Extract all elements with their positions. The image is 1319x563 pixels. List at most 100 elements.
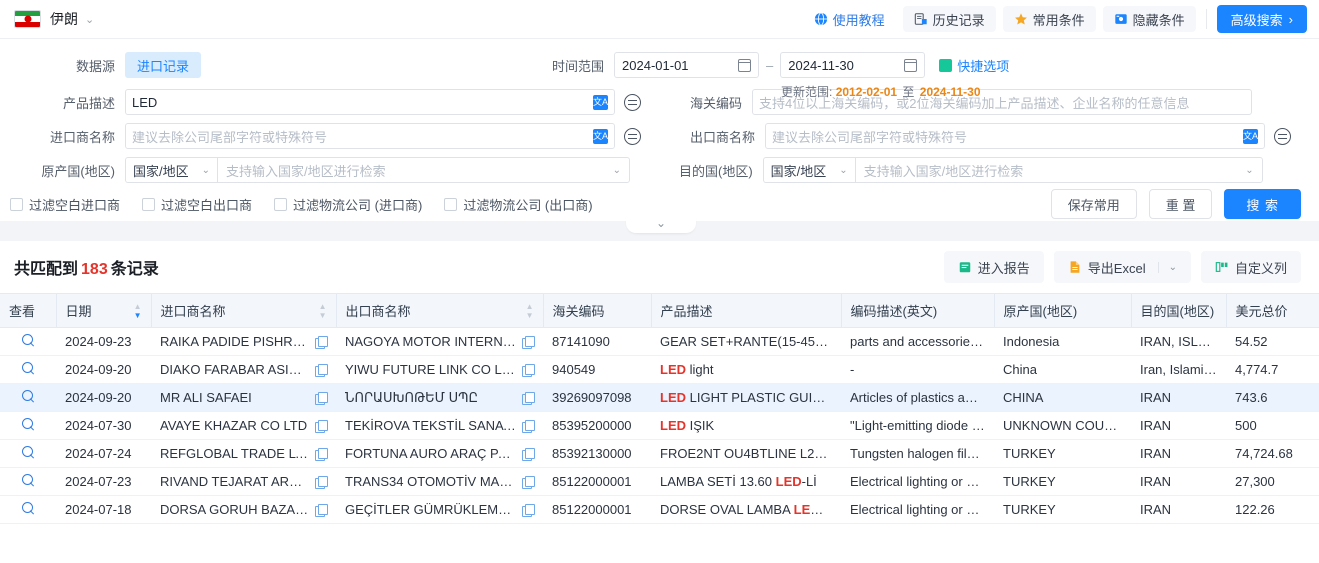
quick-option-button[interactable]: 快捷选项 [939, 56, 1009, 75]
exporter-name[interactable]: GEÇİTLER GÜMRÜKLEME PET... [345, 502, 516, 517]
importer-name[interactable]: REFGLOBAL TRADE LTD [160, 446, 309, 461]
importer-name[interactable]: MR ALI SAFAEI [160, 390, 309, 405]
cell-exporter[interactable]: ՆՈՐԱՍԽՈԹԵՄ ՍՊԸ [336, 383, 543, 412]
cell-view[interactable] [0, 495, 56, 524]
copy-icon[interactable] [315, 391, 328, 405]
view-detail-search-icon[interactable] [21, 417, 35, 431]
date-from-input[interactable]: 2024-01-01 [614, 52, 760, 78]
column-header-dest[interactable]: 目的国(地区) [1131, 293, 1227, 328]
origin-country-select[interactable]: 国家/地区 ⌄ [125, 157, 217, 183]
column-header-product[interactable]: 产品描述 [651, 293, 842, 328]
copy-icon[interactable] [315, 503, 328, 517]
exporter-name[interactable]: ՆՈՐԱՍԽՈԹԵՄ ՍՊԸ [345, 390, 516, 406]
importer-name[interactable]: AVAYE KHAZAR CO LTD [160, 418, 309, 433]
filter-logistics-exporter-checkbox[interactable]: 过滤物流公司 (出口商) [444, 195, 593, 214]
sort-toggle-date[interactable]: ▲ ▼ [134, 302, 142, 319]
view-detail-search-icon[interactable] [21, 501, 35, 515]
view-detail-search-icon[interactable] [21, 445, 35, 459]
reset-button[interactable]: 重 置 [1148, 189, 1213, 219]
importer-name[interactable]: RAIKA PADIDE PISHRO ... [160, 334, 309, 349]
column-header-exporter[interactable]: 出口商名称 ▲ ▼ [336, 293, 544, 328]
copy-icon[interactable] [522, 391, 535, 405]
export-excel-dropdown-icon[interactable]: ⌄ [1157, 261, 1177, 273]
origin-country-input[interactable]: 支持输入国家/地区进行检索 ⌄ [217, 157, 630, 183]
copy-icon[interactable] [522, 447, 535, 461]
datasource-tab-import[interactable]: 进口记录 [125, 52, 202, 78]
export-excel-button[interactable]: 导出Excel ⌄ [1053, 251, 1191, 283]
view-detail-search-icon[interactable] [21, 361, 35, 375]
cell-exporter[interactable]: FORTUNA AURO ARAÇ PARÇ... [336, 439, 543, 468]
advanced-search-button[interactable]: 高级搜索 › [1216, 5, 1307, 33]
filter-blank-importer-checkbox[interactable]: 过滤空白进口商 [10, 195, 120, 214]
importer-name[interactable]: RIVAND TEJARAT ARAS ... [160, 474, 309, 489]
cell-exporter[interactable]: NAGOYA MOTOR INTERNASI... [336, 327, 543, 356]
tutorial-button[interactable]: 使用教程 [803, 6, 896, 32]
cell-exporter[interactable]: YIWU FUTURE LINK CO LIMITED [336, 355, 543, 384]
copy-icon[interactable] [315, 363, 328, 377]
cell-importer[interactable]: REFGLOBAL TRADE LTD [151, 439, 336, 468]
history-button[interactable]: 历史记录 [902, 6, 996, 32]
view-detail-search-icon[interactable] [21, 333, 35, 347]
column-header-hscode[interactable]: 海关编码 [543, 293, 652, 328]
sort-toggle-exporter[interactable]: ▲ ▼ [526, 302, 534, 319]
column-header-importer[interactable]: 进口商名称 ▲ ▼ [151, 293, 337, 328]
cell-view[interactable] [0, 355, 56, 384]
cell-view[interactable] [0, 383, 56, 412]
cell-view[interactable] [0, 411, 56, 440]
cell-importer[interactable]: RAIKA PADIDE PISHRO ... [151, 327, 336, 356]
copy-icon[interactable] [315, 447, 328, 461]
translate-icon[interactable]: 文A [593, 128, 608, 144]
enter-report-button[interactable]: 进入报告 [943, 251, 1044, 283]
column-header-date[interactable]: 日期 ▲ ▼ [56, 293, 152, 328]
exporter-name[interactable]: TRANS34 OTOMOTİV MAKİN... [345, 474, 516, 489]
copy-icon[interactable] [315, 335, 328, 349]
copy-icon[interactable] [315, 419, 328, 433]
importer-name[interactable]: DORSA GORUH BAZAR... [160, 502, 309, 517]
copy-icon[interactable] [522, 419, 535, 433]
cell-view[interactable] [0, 439, 56, 468]
table-row[interactable]: 2024-07-24 REFGLOBAL TRADE LTD FORTUNA AUR… [0, 439, 1319, 468]
copy-icon[interactable] [522, 475, 535, 489]
exporter-options-icon[interactable] [1274, 127, 1292, 145]
cell-view[interactable] [0, 327, 56, 356]
table-row[interactable]: 2024-09-20 MR ALI SAFAEI ՆՈՐԱՍԽՈԹԵՄ ՍՊԸ 392… [0, 383, 1319, 412]
importer-input[interactable]: 建议去除公司尾部字符或特殊符号 文A [125, 123, 615, 149]
cell-exporter[interactable]: TEKİROVA TEKSTİL SANAYİ VE... [336, 411, 543, 440]
cell-view[interactable] [0, 467, 56, 496]
cell-importer[interactable]: MR ALI SAFAEI [151, 383, 336, 412]
exporter-input[interactable]: 建议去除公司尾部字符或特殊符号 文A [765, 123, 1266, 149]
dest-country-input[interactable]: 支持输入国家/地区进行检索 ⌄ [854, 157, 1263, 183]
view-detail-search-icon[interactable] [21, 389, 35, 403]
sort-toggle-importer[interactable]: ▲ ▼ [319, 302, 327, 319]
custom-columns-button[interactable]: 自定义列 [1200, 251, 1301, 283]
table-row[interactable]: 2024-09-23 RAIKA PADIDE PISHRO ... NAGOYA … [0, 327, 1319, 356]
collapse-panel-button[interactable]: ⌄ [626, 213, 696, 233]
exporter-name[interactable]: YIWU FUTURE LINK CO LIMITED [345, 362, 516, 377]
search-button[interactable]: 搜 索 [1224, 189, 1301, 219]
filter-blank-exporter-checkbox[interactable]: 过滤空白出口商 [142, 195, 252, 214]
copy-icon[interactable] [315, 475, 328, 489]
chevron-down-icon[interactable]: ⌄ [85, 13, 94, 26]
copy-icon[interactable] [522, 363, 535, 377]
importer-name[interactable]: DIAKO FARABAR ASIAEI [160, 362, 309, 377]
cell-importer[interactable]: DORSA GORUH BAZAR... [151, 495, 336, 524]
table-row[interactable]: 2024-07-30 AVAYE KHAZAR CO LTD TEKİROVA TE… [0, 411, 1319, 440]
column-header-view[interactable]: 查看 [0, 293, 57, 328]
product-desc-input[interactable]: LED 文A [125, 89, 615, 115]
exporter-name[interactable]: NAGOYA MOTOR INTERNASI... [345, 334, 516, 349]
cell-exporter[interactable]: GEÇİTLER GÜMRÜKLEME PET... [336, 495, 543, 524]
hidden-conditions-button[interactable]: 隐藏条件 [1102, 6, 1196, 32]
product-desc-options-icon[interactable] [624, 93, 641, 111]
cell-importer[interactable]: RIVAND TEJARAT ARAS ... [151, 467, 336, 496]
exporter-name[interactable]: TEKİROVA TEKSTİL SANAYİ VE... [345, 418, 516, 433]
translate-icon[interactable]: 文A [1243, 128, 1258, 144]
favorites-button[interactable]: 常用条件 [1002, 6, 1096, 32]
view-detail-search-icon[interactable] [21, 473, 35, 487]
column-header-value[interactable]: 美元总价 [1226, 293, 1319, 328]
table-row[interactable]: 2024-09-20 DIAKO FARABAR ASIAEI YIWU FUTUR… [0, 355, 1319, 384]
table-row[interactable]: 2024-07-18 DORSA GORUH BAZAR... GEÇİTLER G… [0, 495, 1319, 524]
filter-logistics-importer-checkbox[interactable]: 过滤物流公司 (进口商) [274, 195, 422, 214]
column-header-origin[interactable]: 原产国(地区) [994, 293, 1132, 328]
exporter-name[interactable]: FORTUNA AURO ARAÇ PARÇ... [345, 446, 516, 461]
cell-importer[interactable]: AVAYE KHAZAR CO LTD [151, 411, 336, 440]
